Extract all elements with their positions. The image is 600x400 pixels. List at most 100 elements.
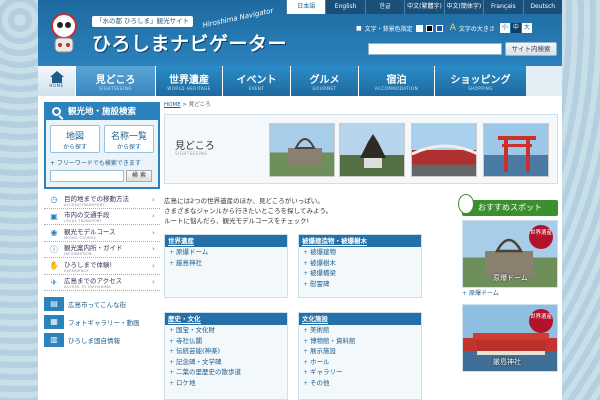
recommended-caption: 厳島神社 [493, 358, 521, 366]
search-by-name-button[interactable]: 名称一覧 から探す [104, 125, 154, 153]
category-link[interactable]: 被爆樹木 [299, 258, 421, 269]
category-link[interactable]: 厳島神社 [165, 258, 287, 269]
category-link[interactable]: 博物館・資料館 [299, 336, 421, 347]
nav-sightseeing[interactable]: 見どころ SIGHTSEEING [76, 66, 156, 96]
recommended-caption: 原爆ドーム [493, 274, 528, 282]
breadcrumb-home[interactable]: HOME [164, 102, 181, 108]
nav-shopping[interactable]: ショッピング SHOPPING [435, 66, 526, 96]
nav-accommodation[interactable]: 宿泊 ACCOMMODATION [359, 66, 435, 96]
nav-label: 世界遺産 [169, 75, 209, 86]
chevron-right-icon: › [152, 278, 155, 287]
page-title: 見どころ [175, 141, 215, 152]
category-link[interactable]: 被爆橋梁 [299, 268, 421, 279]
facility-search-box: 観光地・施設検索 地図 から探す 名称一覧 から探す + フリーワードでも検索で… [44, 102, 160, 189]
category-heading[interactable]: 被爆建造物・被爆樹木 [299, 235, 421, 247]
recommended-spot-itsukushima[interactable]: 世界遺産 厳島神社 [462, 304, 558, 372]
site-logo[interactable]: 「水の都 ひろしま」観光サイト ひろしまナビゲーター Hiroshima Nav… [42, 6, 292, 62]
side-link-label: フォトギャラリー・動画 [68, 319, 140, 327]
recommended-link[interactable]: 原爆ドーム [462, 288, 558, 300]
free-word-search-button[interactable]: 検 索 [126, 170, 152, 182]
lang-de[interactable]: Deutsch [522, 0, 562, 14]
world-heritage-badge: 世界遺産 [529, 225, 553, 249]
font-large-button[interactable]: 大 [521, 23, 532, 33]
category-heading[interactable]: 歴史・文化 [165, 313, 287, 325]
category-heading[interactable]: 文化施設 [299, 313, 421, 325]
facility-search-buttons: 地図 から探す 名称一覧 から探す [46, 120, 158, 158]
lang-zh-tw[interactable]: 中文(繁體字) [404, 0, 443, 14]
nav-event[interactable]: イベント EVENT [223, 66, 291, 96]
chevron-right-icon: › [152, 245, 155, 254]
nav-gourmet[interactable]: グルメ GOURMET [291, 66, 359, 96]
recommended-spot-atomic-dome[interactable]: 世界遺産 原爆ドーム [462, 220, 558, 288]
side-menu-label: 広島までのアクセス ACCESS TO HIROSHIMA [64, 277, 123, 290]
nav-sublabel: GOURMET [312, 86, 337, 91]
side-link-photo-gallery[interactable]: ▦ フォトギャラリー・動画 [44, 313, 160, 331]
category-link[interactable]: 展示施設 [299, 346, 421, 357]
color-blue-option[interactable] [435, 24, 443, 32]
side-menu-item-access[interactable]: ◷ 目的地までの移動方法 ACCESS/TRANSPORT › [44, 192, 160, 209]
site-search-input[interactable] [368, 43, 502, 55]
intro-line: ルートに悩んだら、観光モデルコースをチェック! [164, 217, 310, 225]
category-history-culture: 歴史・文化 国宝・文化財 寺社仏閣 伝統芸能(神楽) 記念碑・文学碑 二葉の里歴… [164, 312, 288, 400]
chevron-right-icon: › [152, 195, 155, 204]
bus-icon: ▣ [50, 211, 58, 221]
font-size-buttons: 小 中 大 [499, 23, 532, 33]
free-word-row: 検 索 [46, 167, 158, 187]
category-link[interactable]: ホール [299, 357, 421, 368]
lang-fr[interactable]: Français [483, 0, 522, 14]
lang-ja[interactable]: 日本語 [286, 0, 326, 14]
mascot-icon [458, 194, 474, 214]
color-white-option[interactable] [415, 24, 423, 32]
category-link[interactable]: 二葉の里歴史の散歩道 [165, 367, 287, 378]
side-menu-item-experience[interactable]: ✋ ひろしまで体験! EXPERIENCE › [44, 258, 160, 275]
category-heading[interactable]: 世界遺産 [165, 235, 287, 247]
category-link[interactable]: 被爆建物 [299, 247, 421, 258]
nav-label: 宿泊 [386, 75, 407, 86]
nav-label: イベント [236, 75, 277, 86]
camera-icon: ◉ [50, 228, 58, 238]
search-by-map-button[interactable]: 地図 から探す [50, 125, 100, 153]
category-link[interactable]: 寺社仏閣 [165, 336, 287, 347]
world-heritage-badge: 世界遺産 [529, 309, 553, 333]
search-by-map-label: 地図 [65, 132, 84, 142]
side-menu-item-transport[interactable]: ▣ 市内の交通手段 LOCAL TRANSPORT › [44, 209, 160, 225]
side-menu-item-access-hiroshima[interactable]: ✈ 広島までのアクセス ACCESS TO HIROSHIMA › [44, 275, 160, 291]
side-menu-item-model-course[interactable]: ◉ 観光モデルコース MODEL COURSE › [44, 225, 160, 242]
lang-en[interactable]: English [325, 0, 364, 14]
category-link[interactable]: 国宝・文化財 [165, 325, 287, 336]
font-small-button[interactable]: 小 [499, 23, 510, 33]
side-menu-item-information[interactable]: ⓘ 観光案内所・ガイド INFORMATION › [44, 242, 160, 258]
lang-ko[interactable]: 한글 [364, 0, 404, 14]
category-link[interactable]: 記念碑・文学碑 [165, 357, 287, 368]
breadcrumb-current: 見どころ [188, 102, 211, 108]
chevron-right-icon: › [152, 261, 155, 270]
lang-zh-cn[interactable]: 中文(簡体字) [443, 0, 483, 14]
nav-home[interactable]: HOME [38, 66, 76, 96]
book-icon: ▤ [44, 297, 64, 311]
category-link[interactable]: 伝統芸能(神楽) [165, 346, 287, 357]
breadcrumb: HOME > 見どころ [164, 100, 558, 110]
page: 「水の都 ひろしま」観光サイト ひろしまナビゲーター Hiroshima Nav… [38, 0, 562, 400]
side-menu-label: 観光案内所・ガイド INFORMATION [64, 244, 123, 257]
side-link-about-city[interactable]: ▤ 広島市ってこんな街 [44, 295, 160, 313]
category-link[interactable]: 原爆ドーム [165, 247, 287, 258]
search-by-name-label: 名称一覧 [110, 132, 147, 142]
font-medium-button[interactable]: 中 [510, 23, 521, 33]
site-name-en: Hiroshima Navigator [201, 6, 275, 30]
category-link[interactable]: ギャラリー [299, 367, 421, 378]
search-icon [52, 107, 61, 116]
category-link[interactable]: ロケ地 [165, 378, 287, 389]
category-link[interactable]: 慰霊碑 [299, 279, 421, 290]
nav-world-heritage[interactable]: 世界遺産 WORLD HERITAGE [156, 66, 223, 96]
nav-sublabel: SHOPPING [468, 86, 493, 91]
free-word-label: + フリーワードでも検索できます [50, 160, 141, 167]
facility-search-title-text: 観光地・施設検索 [68, 107, 137, 117]
facility-search-title: 観光地・施設検索 [46, 104, 158, 120]
free-word-input[interactable] [50, 170, 124, 182]
side-link-label: ひろしま国自情報 [68, 337, 120, 345]
site-search-button[interactable]: サイト内検索 [505, 42, 557, 56]
color-black-option[interactable] [425, 24, 433, 32]
side-link-info[interactable]: ▥ ひろしま国自情報 [44, 331, 160, 349]
category-link[interactable]: 美術館 [299, 325, 421, 336]
category-link[interactable]: その他 [299, 378, 421, 389]
